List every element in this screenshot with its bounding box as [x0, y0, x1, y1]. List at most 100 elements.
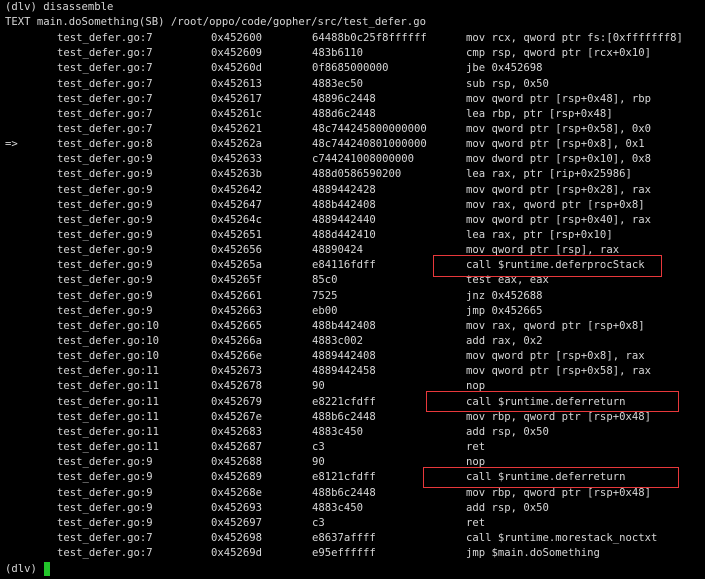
- current-instruction-arrow: =>: [5, 138, 18, 151]
- machine-code-bytes: c3: [312, 441, 325, 454]
- instruction-address: 0x452688: [211, 456, 263, 469]
- source-location: test_defer.go:9: [57, 289, 153, 302]
- instruction-address: 0x45262a: [211, 138, 263, 151]
- source-location: test_defer.go:9: [57, 274, 153, 287]
- instruction-address: 0x452683: [211, 425, 263, 438]
- dlv-prompt: (dlv): [5, 563, 37, 575]
- source-location: test_defer.go:9: [57, 304, 153, 317]
- disassembly-row: => test_defer.go:8 0x45262a 48c744240801000…: [0, 137, 705, 152]
- disassembly-row: test_defer.go:10 0x452665 488b442408 mov ra…: [0, 319, 705, 334]
- disassembly-row: test_defer.go:7 0x45260d 0f8685000000 jbe 0…: [0, 61, 705, 76]
- instruction-address: 0x452613: [211, 77, 263, 90]
- machine-code-bytes: 0f8685000000: [312, 62, 389, 75]
- source-location: test_defer.go:7: [57, 47, 153, 60]
- assembly-instruction: mov rax, qword ptr [rsp+0x8]: [466, 319, 645, 332]
- machine-code-bytes: 48c744245800000000: [312, 122, 427, 135]
- disassembly-row: test_defer.go:7 0x452600 64488b0c25f8fffff…: [0, 31, 705, 46]
- assembly-instruction: mov qword ptr [rsp+0x48], rbp: [466, 92, 651, 105]
- instruction-address: 0x45264c: [211, 213, 263, 226]
- assembly-instruction: mov qword ptr [rsp+0x58], rax: [466, 365, 651, 378]
- instruction-address: 0x452656: [211, 244, 263, 257]
- assembly-instruction: add rsp, 0x50: [466, 501, 549, 514]
- machine-code-bytes: 488d442410: [312, 229, 376, 241]
- machine-code-bytes: 4889442408: [312, 350, 376, 363]
- assembly-instruction: mov qword ptr [rsp+0x40], rax: [466, 213, 651, 226]
- disassembly-row: test_defer.go:7 0x452698 e8637affff call $r…: [0, 531, 705, 546]
- source-location: test_defer.go:9: [57, 471, 153, 484]
- machine-code-bytes: 7525: [312, 289, 338, 302]
- instruction-address: 0x452698: [211, 532, 263, 544]
- disassembly-row: test_defer.go:7 0x452609 483b6110 cmp rsp, …: [0, 46, 705, 61]
- instruction-address: 0x45260d: [211, 62, 263, 75]
- assembly-instruction: lea rax, ptr [rsp+0x10]: [466, 229, 613, 241]
- source-location: test_defer.go:10: [57, 350, 160, 363]
- highlight-box-deferreturn-1: [426, 391, 679, 412]
- machine-code-bytes: 48890424: [312, 244, 364, 257]
- instruction-address: 0x452689: [211, 471, 263, 484]
- instruction-address: 0x452633: [211, 153, 263, 166]
- machine-code-bytes: 90: [312, 456, 325, 469]
- assembly-instruction: jmp 0x452665: [466, 304, 543, 317]
- assembly-instruction: mov qword ptr [rsp+0x8], rax: [466, 350, 645, 363]
- disassembly-row: test_defer.go:9 0x452661 7525 jnz 0x452688: [0, 289, 705, 304]
- disassembly-row: test_defer.go:7 0x452617 48896c2448 mov qwo…: [0, 92, 705, 107]
- machine-code-bytes: e8121cfdff: [312, 471, 376, 484]
- source-location: test_defer.go:9: [57, 516, 153, 529]
- source-location: test_defer.go:7: [57, 92, 153, 105]
- assembly-instruction: mov qword ptr [rsp+0x58], 0x0: [466, 122, 651, 135]
- machine-code-bytes: e95effffff: [312, 547, 376, 560]
- machine-code-bytes: eb00: [312, 304, 338, 317]
- instruction-address: 0x452665: [211, 319, 263, 332]
- source-location: test_defer.go:11: [57, 441, 160, 454]
- assembly-instruction: cmp rsp, qword ptr [rcx+0x10]: [466, 47, 651, 60]
- machine-code-bytes: 483b6110: [312, 47, 364, 60]
- source-location: test_defer.go:11: [57, 425, 160, 438]
- disassembly-row: test_defer.go:7 0x45261c 488d6c2448 lea rbp…: [0, 107, 705, 122]
- instruction-address: 0x45265a: [211, 259, 263, 272]
- assembly-instruction: sub rsp, 0x50: [466, 77, 549, 90]
- assembly-instruction: mov rbp, qword ptr [rsp+0x48]: [466, 410, 651, 423]
- machine-code-bytes: 488b6c2448: [312, 410, 376, 423]
- machine-code-bytes: c3: [312, 516, 325, 529]
- assembly-instruction: add rax, 0x2: [466, 335, 543, 347]
- disassembly-row: test_defer.go:11 0x45267e 488b6c2448 mov rb…: [0, 410, 705, 425]
- machine-code-bytes: 4883ec50: [312, 77, 364, 90]
- instruction-address: 0x452663: [211, 304, 263, 317]
- source-location: test_defer.go:11: [57, 395, 160, 408]
- source-location: test_defer.go:9: [57, 259, 153, 272]
- source-location: test_defer.go:9: [57, 486, 153, 499]
- source-location: test_defer.go:9: [57, 229, 153, 241]
- machine-code-bytes: 488d6c2448: [312, 107, 376, 120]
- terminal-cursor[interactable]: [44, 562, 50, 576]
- machine-code-bytes: 488d0586590200: [312, 168, 402, 181]
- highlight-box-deferprocstack: [433, 255, 662, 277]
- assembly-instruction: jmp $main.doSomething: [466, 547, 600, 560]
- machine-code-bytes: 90: [312, 380, 325, 393]
- instruction-address: 0x452647: [211, 198, 263, 211]
- instruction-address: 0x45265f: [211, 274, 263, 287]
- source-location: test_defer.go:8: [57, 138, 153, 151]
- terminal-window[interactable]: (dlv) disassemble TEXT main.doSomething(…: [0, 0, 705, 579]
- assembly-instruction: mov rax, qword ptr [rsp+0x8]: [466, 198, 645, 211]
- machine-code-bytes: 488b6c2448: [312, 486, 376, 499]
- machine-code-bytes: 4883c002: [312, 335, 364, 347]
- disassembly-row: test_defer.go:7 0x45269d e95effffff jmp $ma…: [0, 546, 705, 561]
- assembly-instruction: add rsp, 0x50: [466, 425, 549, 438]
- source-location: test_defer.go:9: [57, 198, 153, 211]
- source-location: test_defer.go:10: [57, 335, 160, 347]
- assembly-instruction: mov rcx, qword ptr fs:[0xfffffff8]: [466, 32, 683, 44]
- machine-code-bytes: 4889442428: [312, 183, 376, 196]
- disassembly-row: test_defer.go:9 0x452651 488d442410 lea rax…: [0, 228, 705, 243]
- instruction-address: 0x45266a: [211, 335, 263, 347]
- instruction-address: 0x45266e: [211, 350, 263, 363]
- instruction-address: 0x452693: [211, 501, 263, 514]
- assembly-instruction: lea rbp, ptr [rsp+0x48]: [466, 107, 613, 120]
- instruction-address: 0x452617: [211, 92, 263, 105]
- disassembly-row: test_defer.go:10 0x45266a 4883c002 add rax,…: [0, 334, 705, 349]
- disassembly-row: test_defer.go:9 0x452697 c3 ret: [0, 516, 705, 531]
- machine-code-bytes: 64488b0c25f8ffffff: [312, 32, 427, 44]
- source-location: test_defer.go:9: [57, 168, 153, 181]
- source-location: test_defer.go:7: [57, 77, 153, 90]
- instruction-address: 0x452609: [211, 47, 263, 60]
- source-location: test_defer.go:9: [57, 244, 153, 257]
